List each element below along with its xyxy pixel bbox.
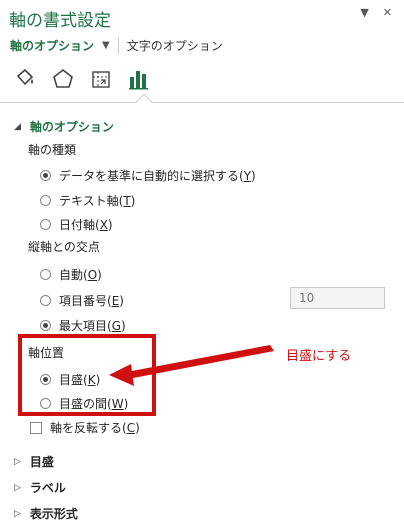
paren: ) <box>97 267 102 282</box>
radio-date-axis[interactable]: 日付軸(X) <box>40 216 113 233</box>
radio-button-selected[interactable] <box>40 170 51 181</box>
effects-pentagon-icon[interactable] <box>50 66 76 92</box>
radio-category-number[interactable]: 項目番号(E) <box>40 292 124 309</box>
callout-text: 目盛にする <box>286 349 352 364</box>
paren: ) <box>107 217 113 232</box>
section-tick-marks[interactable]: ▷ 目盛 <box>14 453 54 470</box>
radio-button[interactable] <box>40 195 51 206</box>
accelerator-key: T <box>123 193 131 208</box>
category-number-input[interactable]: 10 <box>290 287 385 309</box>
size-properties-icon[interactable] <box>88 66 114 92</box>
section-number[interactable]: ▷ 表示形式 <box>14 505 78 522</box>
active-tab-notch <box>135 93 153 111</box>
radio-crosses-auto-label: 自動( <box>59 268 88 282</box>
accelerator-key: X <box>99 217 108 232</box>
option-tabs: 軸のオプション ▼ 文字のオプション <box>10 37 223 54</box>
radio-max-category[interactable]: 最大項目(G) <box>40 317 126 334</box>
checkbox[interactable] <box>30 421 42 434</box>
close-icon[interactable]: ✕ <box>383 6 392 19</box>
fill-line-icon[interactable] <box>12 66 38 92</box>
tab-text-options[interactable]: 文字のオプション <box>127 37 223 54</box>
accelerator-key: E <box>111 293 120 308</box>
accelerator-key: C <box>126 420 136 435</box>
axis-type-label: 軸の種類 <box>28 143 77 157</box>
radio-button[interactable] <box>40 295 51 306</box>
panel-dropdown-icon[interactable]: ▼ <box>360 6 368 19</box>
radio-text-axis-label: テキスト軸( <box>59 194 124 208</box>
crosses-label: 縦軸との交点 <box>28 240 100 254</box>
title-controls: ▼ ✕ <box>360 6 392 19</box>
tab-divider <box>117 37 119 54</box>
highlight-box <box>18 334 156 416</box>
checkbox-reverse-label: 軸を反転する( <box>50 421 127 435</box>
expand-triangle-icon: ▷ <box>14 508 21 519</box>
axis-options-bar-chart-icon[interactable] <box>126 66 152 92</box>
paren: ) <box>251 168 256 183</box>
paren: ) <box>121 318 126 333</box>
accelerator-key: G <box>111 318 121 333</box>
panel-title: 軸の書式設定 <box>9 11 111 31</box>
radio-date-axis-label: 日付軸( <box>59 218 100 232</box>
category-icons <box>12 66 152 92</box>
radio-crosses-auto[interactable]: 自動(O) <box>40 266 102 283</box>
header-divider <box>0 102 404 103</box>
expand-triangle-icon: ▷ <box>14 456 21 467</box>
accelerator-key: O <box>87 267 98 282</box>
paren: ) <box>135 420 140 435</box>
section-labels-label: ラベル <box>29 481 66 495</box>
radio-axis-auto-label: データを基準に自動的に選択する( <box>59 169 244 183</box>
checkbox-reverse-order[interactable]: 軸を反転する(C) <box>30 419 140 436</box>
radio-axis-auto[interactable]: データを基準に自動的に選択する(Y) <box>40 167 256 184</box>
radio-max-category-label: 最大項目( <box>59 319 112 333</box>
radio-category-number-label: 項目番号( <box>59 294 112 308</box>
accelerator-key: Y <box>243 168 252 183</box>
section-axis-options[interactable]: ◢ 軸のオプション <box>14 118 114 135</box>
chevron-down-icon[interactable]: ▼ <box>102 40 110 51</box>
section-number-label: 表示形式 <box>29 507 78 521</box>
section-labels[interactable]: ▷ ラベル <box>14 479 66 496</box>
paren: ) <box>130 193 136 208</box>
radio-button[interactable] <box>40 269 51 280</box>
radio-button[interactable] <box>40 219 51 230</box>
radio-text-axis[interactable]: テキスト軸(T) <box>40 192 135 209</box>
expand-triangle-icon: ▷ <box>14 482 21 493</box>
paren: ) <box>119 293 124 308</box>
collapse-triangle-icon: ◢ <box>14 121 21 132</box>
tab-axis-options[interactable]: 軸のオプション <box>10 37 94 54</box>
section-tick-marks-label: 目盛 <box>29 455 54 469</box>
radio-button-selected[interactable] <box>40 320 51 331</box>
section-axis-options-label: 軸のオプション <box>29 120 114 134</box>
